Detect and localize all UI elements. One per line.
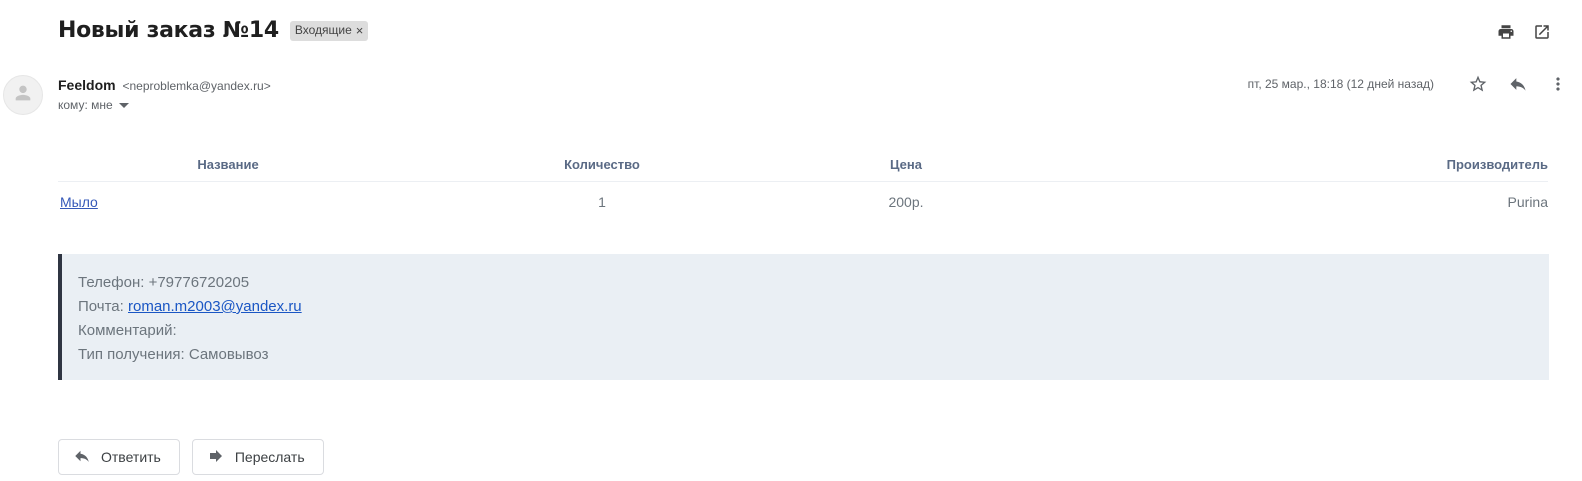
print-icon[interactable]	[1496, 22, 1516, 42]
mail-label: Почта:	[78, 298, 124, 315]
recipient-details-toggle[interactable]: кому: мне	[58, 98, 129, 112]
forward-button-label: Переслать	[234, 449, 305, 465]
table-row: Мыло 1 200р. Purina	[58, 182, 1548, 223]
remove-label-icon[interactable]: ×	[356, 23, 364, 38]
person-icon	[12, 82, 34, 109]
mail-line: Почта: roman.m2003@yandex.ru	[78, 295, 1549, 319]
column-header-name: Название	[58, 150, 398, 182]
delivery-line: Тип получения: Самовывоз	[78, 343, 1549, 367]
forward-button[interactable]: Переслать	[191, 439, 324, 475]
message-meta: пт, 25 мар., 18:18 (12 дней назад)	[1248, 72, 1568, 96]
recipient-label: кому: мне	[58, 98, 113, 112]
inbox-label-text: Входящие	[294, 23, 352, 37]
star-icon[interactable]	[1468, 72, 1488, 96]
order-table: Название Количество Цена Производитель М…	[58, 150, 1548, 222]
reply-button[interactable]: Ответить	[58, 439, 180, 475]
caret-down-icon[interactable]	[118, 98, 129, 112]
sender-avatar[interactable]	[3, 75, 43, 115]
forward-icon	[207, 447, 225, 468]
price-cell: 200р.	[888, 194, 924, 210]
order-table-header: Название Количество Цена Производитель	[58, 150, 1548, 182]
column-header-price: Цена	[806, 150, 1006, 182]
quantity-cell: 1	[598, 194, 606, 210]
sender-name[interactable]: Feeldom	[58, 77, 116, 93]
more-vert-icon[interactable]	[1548, 72, 1568, 96]
comment-line: Комментарий:	[78, 319, 1549, 343]
column-header-quantity: Количество	[398, 150, 806, 182]
reply-actions: Ответить Переслать	[58, 439, 324, 475]
phone-line: Телефон: +79776720205	[78, 271, 1549, 295]
column-header-manufacturer: Производитель	[1006, 150, 1548, 182]
product-link[interactable]: Мыло	[60, 194, 98, 210]
inbox-label-chip[interactable]: Входящие ×	[289, 20, 369, 41]
manufacturer-cell: Purina	[1507, 194, 1548, 210]
open-in-new-window-icon[interactable]	[1532, 22, 1552, 42]
comment-label: Комментарий:	[78, 322, 177, 339]
sender-line: Feeldom <neproblemka@yandex.ru>	[58, 77, 271, 93]
product-name-cell: Мыло	[58, 182, 398, 223]
reply-icon	[73, 447, 91, 468]
phone-label: Телефон:	[78, 274, 145, 291]
reply-button-label: Ответить	[101, 449, 161, 465]
top-toolbar	[1496, 22, 1552, 42]
email-subject: Новый заказ №14	[58, 18, 279, 43]
phone-value: +79776720205	[148, 274, 250, 291]
delivery-value: Самовывоз	[188, 346, 269, 363]
sender-email: <neproblemka@yandex.ru>	[122, 79, 271, 93]
message-date: пт, 25 мар., 18:18 (12 дней назад)	[1247, 77, 1434, 91]
subject-row: Новый заказ №14 Входящие ×	[58, 18, 369, 43]
reply-icon[interactable]	[1508, 72, 1528, 96]
customer-email-link[interactable]: roman.m2003@yandex.ru	[128, 298, 302, 315]
customer-info-box: Телефон: +79776720205 Почта: roman.m2003…	[58, 254, 1549, 380]
delivery-label: Тип получения:	[78, 346, 185, 363]
